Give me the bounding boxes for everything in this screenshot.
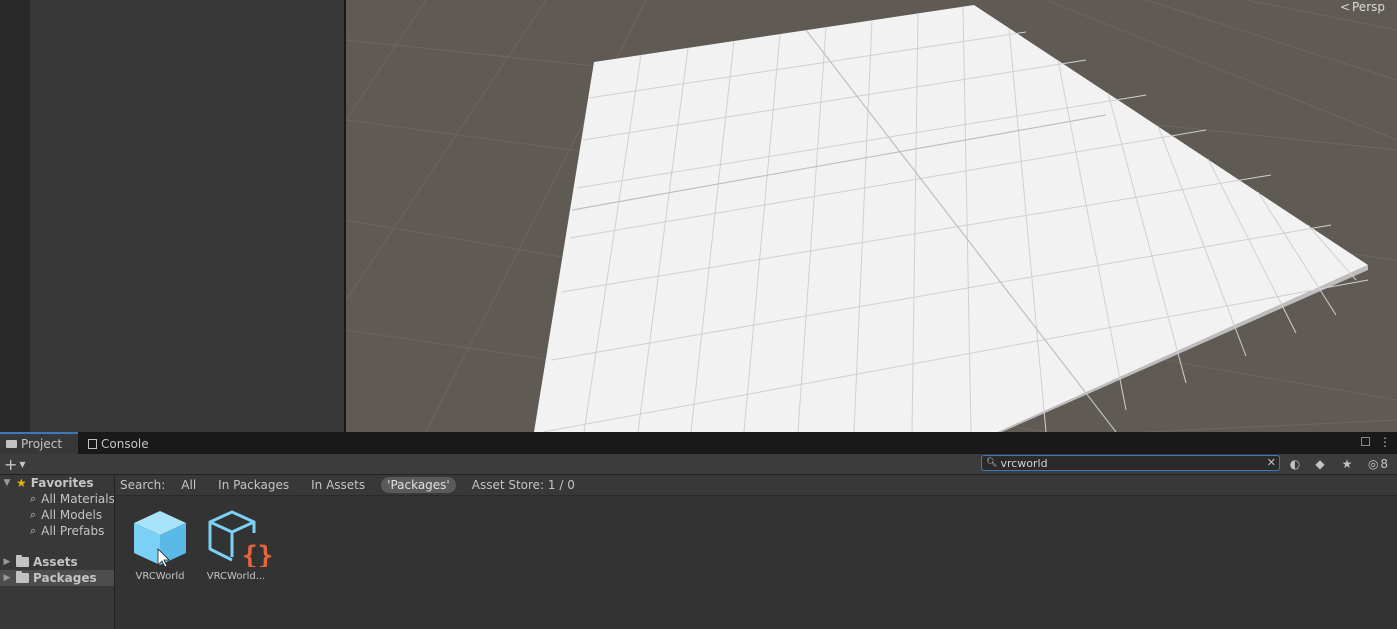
filter-all[interactable]: All bbox=[175, 477, 202, 493]
scene-grid bbox=[346, 0, 1397, 432]
folder-icon bbox=[6, 440, 17, 448]
asset-grid: Search: All In Packages In Assets 'Packa… bbox=[115, 475, 1397, 629]
foldout-closed-icon: ▶ bbox=[3, 573, 11, 583]
search-label: Search: bbox=[120, 478, 166, 492]
search-filter-bar: Search: All In Packages In Assets 'Packa… bbox=[115, 475, 1397, 496]
hidden-packages-button[interactable]: ◎ 8 bbox=[1362, 455, 1394, 473]
search-input[interactable] bbox=[1000, 456, 1256, 470]
project-sidebar: ▼ ★ Favorites ⌕ All Materials ⌕ All Mode… bbox=[0, 475, 115, 629]
lock-icon[interactable]: ☐ bbox=[1360, 435, 1371, 449]
plus-icon: + bbox=[4, 455, 18, 474]
eye-hidden-icon: ◎ bbox=[1367, 457, 1379, 471]
search-icon: ⌕ bbox=[30, 492, 37, 505]
asset-store-count[interactable]: Asset Store: 1 / 0 bbox=[466, 477, 581, 493]
type-filter-icon: ◐ bbox=[1289, 457, 1301, 471]
filter-in-assets[interactable]: In Assets bbox=[305, 477, 371, 493]
prefab-cube-icon bbox=[134, 511, 186, 568]
favorite-all-models[interactable]: ⌕ All Models bbox=[0, 507, 114, 523]
clear-search-icon[interactable]: ✕ bbox=[1267, 456, 1276, 469]
asset-vrcworld-script[interactable]: {} VRCWorld... bbox=[196, 509, 276, 582]
dropdown-arrow-icon: ▼ bbox=[19, 460, 26, 469]
tree-assets[interactable]: ▶ Assets bbox=[0, 554, 114, 570]
create-button[interactable]: + ▼ bbox=[4, 455, 26, 474]
favorite-all-materials[interactable]: ⌕ All Materials bbox=[0, 491, 114, 507]
tab-project[interactable]: Project bbox=[0, 432, 78, 454]
search-by-type-button[interactable]: ◐ bbox=[1284, 455, 1306, 473]
search-by-label-button[interactable]: ◆ bbox=[1309, 455, 1331, 473]
label-tag-icon: ◆ bbox=[1315, 457, 1325, 471]
persp-label[interactable]: < Persp bbox=[1340, 0, 1385, 14]
tree-packages[interactable]: ▶ Packages bbox=[0, 570, 114, 586]
star-icon: ★ bbox=[16, 476, 27, 490]
asset-vrcworld-prefab[interactable]: VRCWorld bbox=[120, 509, 200, 582]
save-search-button[interactable]: ★ bbox=[1336, 455, 1358, 473]
foldout-closed-icon: ▶ bbox=[3, 557, 11, 567]
more-menu-icon[interactable]: ⋮ bbox=[1379, 435, 1391, 449]
hierarchy-panel[interactable] bbox=[30, 0, 344, 432]
search-icon: ⌕ bbox=[30, 508, 37, 521]
folder-icon bbox=[16, 555, 29, 567]
filter-in-packages[interactable]: In Packages bbox=[212, 477, 295, 493]
folder-icon bbox=[16, 571, 29, 583]
tree-favorites[interactable]: ▼ ★ Favorites bbox=[0, 475, 114, 491]
filter-packages-folder[interactable]: 'Packages' bbox=[381, 477, 456, 493]
toolbar-strip bbox=[0, 0, 30, 432]
favorite-all-prefabs[interactable]: ⌕ All Prefabs bbox=[0, 523, 114, 539]
panel-window-controls: ☐ ⋮ bbox=[1360, 435, 1391, 449]
search-icon: ⌕ bbox=[30, 524, 37, 537]
tab-console[interactable]: Console bbox=[82, 434, 170, 454]
search-field[interactable]: 🔍︎ ✕ bbox=[981, 455, 1280, 471]
scene-view[interactable]: < Persp bbox=[346, 0, 1397, 432]
panel-tab-bar: Project Console ☐ ⋮ bbox=[0, 432, 1397, 454]
search-icon: 🔍︎ bbox=[986, 458, 998, 468]
perspective-icon: < bbox=[1339, 0, 1350, 14]
svg-text:{}: {} bbox=[242, 541, 273, 567]
project-toolbar: + ▼ 🔍︎ ✕ ◐ ◆ ★ ◎ 8 bbox=[0, 454, 1397, 475]
console-icon bbox=[88, 439, 97, 449]
project-panel: Project Console ☐ ⋮ + ▼ 🔍︎ ✕ ◐ ◆ ★ bbox=[0, 432, 1397, 629]
script-cube-icon: {} bbox=[208, 510, 273, 571]
foldout-open-icon: ▼ bbox=[3, 478, 11, 488]
star-icon: ★ bbox=[1341, 457, 1353, 471]
